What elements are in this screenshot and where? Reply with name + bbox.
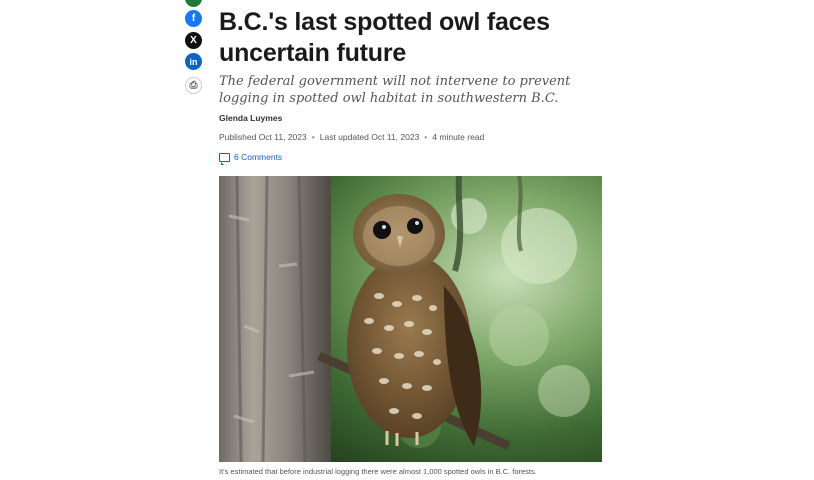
linkedin-share-button[interactable]: in xyxy=(185,53,202,70)
meta-separator: • xyxy=(424,132,428,142)
facebook-share-button[interactable]: f xyxy=(185,10,202,27)
image-caption: It's estimated that before industrial lo… xyxy=(219,467,537,476)
x-share-button[interactable]: X xyxy=(185,32,202,49)
comment-icon xyxy=(219,152,230,165)
author-link[interactable]: Glenda Luymes xyxy=(219,113,282,123)
comments-link[interactable]: 6 Comments xyxy=(219,152,283,165)
comments-label: 6 Comments xyxy=(234,152,283,162)
article-meta: Published Oct 11, 2023 • Last updated Oct … xyxy=(219,132,484,142)
share-button-partial[interactable] xyxy=(185,0,202,7)
hero-image[interactable] xyxy=(219,176,602,462)
x-icon: X xyxy=(190,35,197,46)
updated-date: Last updated Oct 11, 2023 xyxy=(319,132,420,142)
article-headline: B.C.'s last spotted owl faces uncertain … xyxy=(219,8,550,67)
read-time: 4 minute read xyxy=(432,132,485,142)
spotted-owl-photo xyxy=(219,176,602,462)
print-button[interactable]: ⎙ xyxy=(185,77,202,94)
print-icon: ⎙ xyxy=(189,80,198,91)
facebook-icon: f xyxy=(191,13,196,24)
linkedin-icon: in xyxy=(189,56,198,67)
article-deck: The federal government will not interven… xyxy=(219,74,571,106)
meta-separator: • xyxy=(311,132,315,142)
published-date: Published Oct 11, 2023 xyxy=(219,132,307,142)
